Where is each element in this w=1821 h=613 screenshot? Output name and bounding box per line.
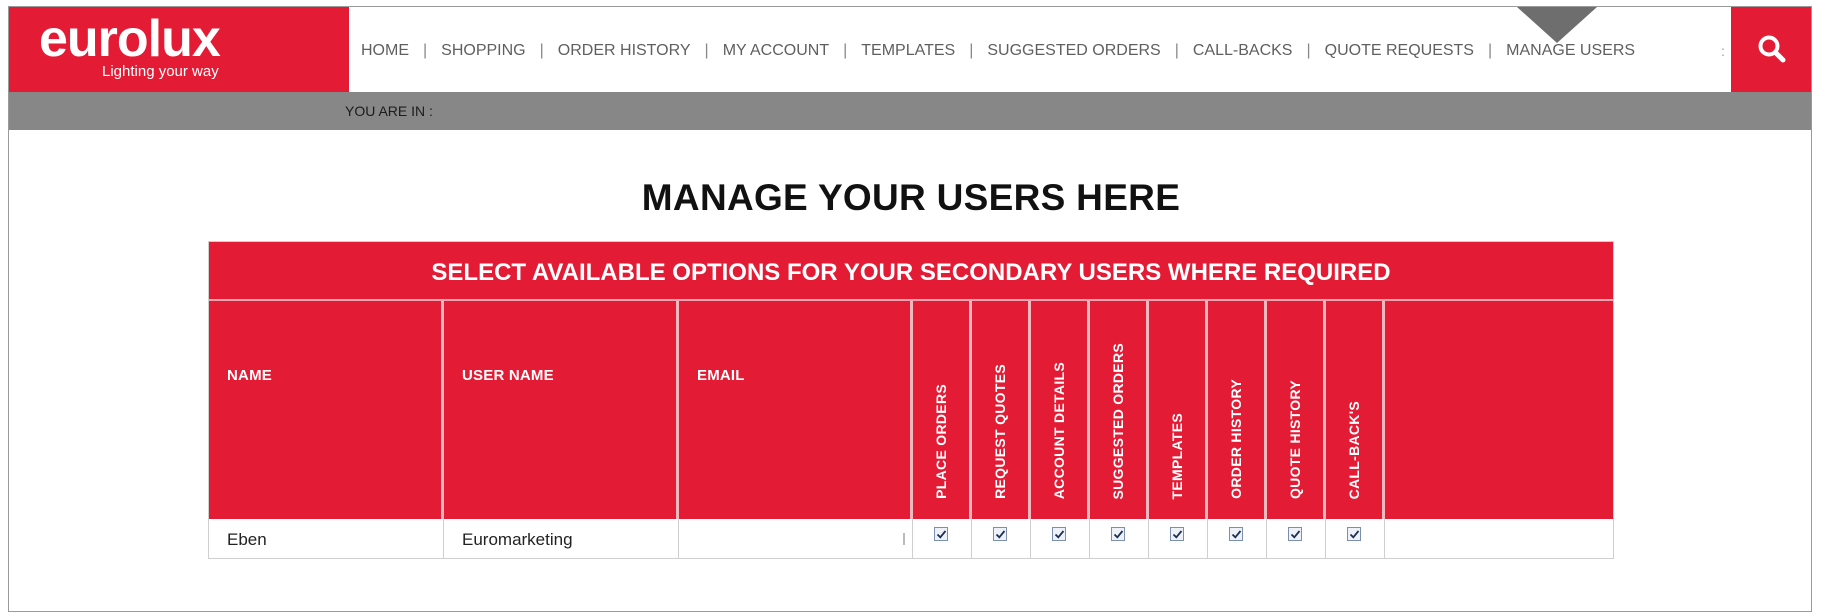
nav-separator: |	[423, 42, 428, 59]
user-name-value: Eben	[227, 530, 267, 549]
user-permissions-table: SELECT AVAILABLE OPTIONS FOR YOUR SECOND…	[208, 241, 1614, 559]
column-header-suggested-orders: SUGGESTED ORDERS	[1090, 301, 1149, 519]
column-header-label: USER NAME	[462, 367, 554, 384]
nav-separator: |	[1174, 42, 1179, 59]
nav-item-manage-users[interactable]: MANAGE USERS	[1506, 42, 1635, 60]
column-header-empty	[1385, 301, 1613, 519]
page-title: MANAGE YOUR USERS HERE	[641, 177, 1181, 218]
column-header-templates: TEMPLATES	[1149, 301, 1208, 519]
nav-separator: |	[539, 42, 544, 59]
check-mark-icon	[1113, 530, 1124, 539]
cell-email[interactable]	[679, 519, 913, 558]
cell-suggested-orders	[1090, 519, 1149, 558]
cell-place-orders	[913, 519, 972, 558]
check-mark-icon	[1054, 530, 1065, 539]
column-header-username: USER NAME	[444, 301, 679, 519]
nav-item-templates[interactable]: TEMPLATES	[861, 42, 955, 60]
column-header-quote-history: QUOTE HISTORY	[1267, 301, 1326, 519]
column-header-label: TEMPLATES	[1169, 412, 1185, 499]
check-mark-icon	[1290, 530, 1301, 539]
column-header-call-backs: CALL-BACK'S	[1326, 301, 1385, 519]
nav-item-home[interactable]: HOME	[361, 42, 409, 60]
username-value: Euromarketing	[462, 530, 573, 549]
cell-templates	[1149, 519, 1208, 558]
nav-separator: |	[1487, 42, 1493, 59]
nav-separator: |	[843, 42, 848, 59]
column-header-label: PLACE ORDERS	[933, 384, 949, 499]
column-header-account-details: ACCOUNT DETAILS	[1031, 301, 1090, 519]
check-mark-icon	[1172, 530, 1183, 539]
search-icon	[1758, 35, 1786, 63]
column-header-name: NAME	[209, 301, 444, 519]
nav-separator: |	[704, 42, 709, 59]
column-header-order-history: ORDER HISTORY	[1208, 301, 1267, 519]
check-mark-icon	[1231, 530, 1242, 539]
table-banner: SELECT AVAILABLE OPTIONS FOR YOUR SECOND…	[209, 242, 1613, 301]
breadcrumb-bar	[9, 92, 1811, 130]
column-header-label: REQUEST QUOTES	[992, 364, 1008, 499]
site-header: eurolux Lighting your way HOME | SHOPPIN…	[9, 7, 1811, 92]
nav-item-suggested-orders[interactable]: SUGGESTED ORDERS	[987, 42, 1160, 60]
logo[interactable]: eurolux Lighting your way	[9, 7, 349, 92]
order-history-checkbox[interactable]	[1229, 527, 1243, 541]
column-header-label: SUGGESTED ORDERS	[1110, 342, 1126, 500]
breadcrumb: YOU ARE IN :	[345, 103, 433, 119]
nav-item-shopping[interactable]: SHOPPING	[441, 42, 525, 60]
logo-tagline: Lighting your way	[102, 63, 219, 80]
cell-request-quotes	[972, 519, 1031, 558]
column-header-label: CALL-BACK'S	[1346, 400, 1362, 499]
cell-name: Eben	[209, 519, 444, 558]
column-header-email: EMAIL	[679, 301, 913, 519]
nav-overflow: :	[1721, 43, 1725, 59]
cell-username: Euromarketing	[444, 519, 679, 558]
column-header-request-quotes: REQUEST QUOTES	[972, 301, 1031, 519]
nav-item-call-backs[interactable]: CALL-BACKS	[1193, 42, 1293, 60]
nav-item-order-history[interactable]: ORDER HISTORY	[558, 42, 691, 60]
nav-item-my-account[interactable]: MY ACCOUNT	[723, 42, 829, 60]
cell-order-history	[1208, 519, 1267, 558]
browser-page-frame: eurolux Lighting your way HOME | SHOPPIN…	[8, 6, 1812, 612]
templates-checkbox[interactable]	[1170, 527, 1184, 541]
column-header-label: ORDER HISTORY	[1228, 379, 1244, 499]
main-nav: HOME | SHOPPING | ORDER HISTORY | MY ACC…	[361, 40, 1635, 62]
column-header-label: NAME	[227, 367, 272, 384]
suggested-orders-checkbox[interactable]	[1111, 527, 1125, 541]
resize-handle-icon	[903, 533, 909, 545]
column-header-label: QUOTE HISTORY	[1287, 379, 1303, 499]
nav-separator: |	[1306, 42, 1311, 59]
request-quotes-checkbox[interactable]	[993, 527, 1007, 541]
cell-account-details	[1031, 519, 1090, 558]
nav-separator: |	[969, 42, 974, 59]
cell-empty	[1385, 519, 1613, 558]
nav-item-quote-requests[interactable]: QUOTE REQUESTS	[1325, 42, 1474, 60]
account-details-checkbox[interactable]	[1052, 527, 1066, 541]
check-mark-icon	[995, 530, 1006, 539]
check-mark-icon	[936, 530, 947, 539]
column-header-label: EMAIL	[697, 367, 745, 384]
check-mark-icon	[1349, 530, 1360, 539]
active-nav-indicator	[1517, 7, 1597, 43]
place-orders-checkbox[interactable]	[934, 527, 948, 541]
column-header-place-orders: PLACE ORDERS	[913, 301, 972, 519]
cell-call-backs	[1326, 519, 1385, 558]
call-backs-checkbox[interactable]	[1347, 527, 1361, 541]
logo-wordmark: eurolux	[39, 10, 221, 68]
column-header-label: ACCOUNT DETAILS	[1051, 361, 1067, 499]
quote-history-checkbox[interactable]	[1288, 527, 1302, 541]
search-button[interactable]	[1731, 7, 1811, 92]
cell-quote-history	[1267, 519, 1326, 558]
